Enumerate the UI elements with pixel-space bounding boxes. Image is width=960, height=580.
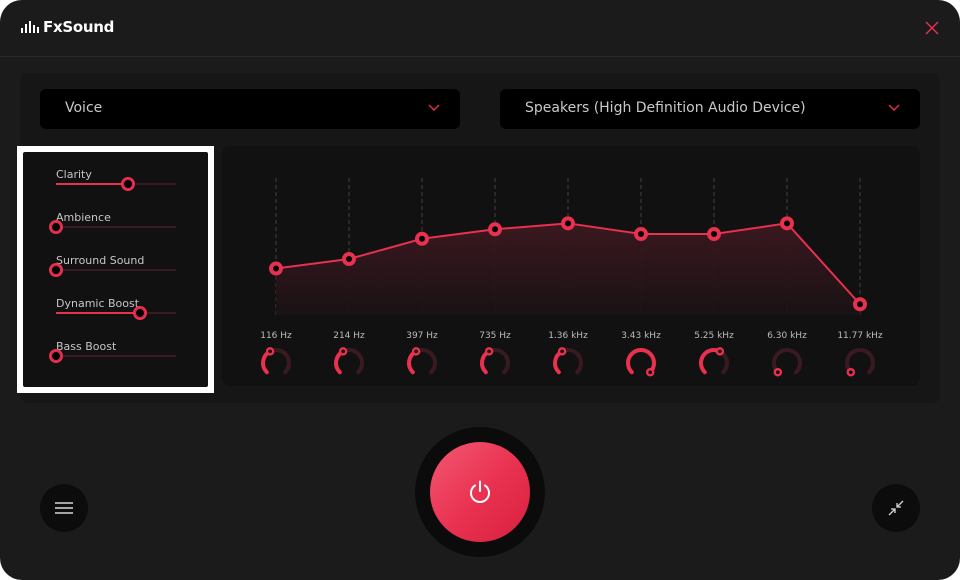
- eq-band-label: 5.25 kHz: [694, 331, 734, 341]
- eq-band-label: 397 Hz: [406, 331, 438, 341]
- eq-curve-area: [276, 223, 860, 315]
- eq-band-handle[interactable]: [707, 227, 721, 242]
- eq-band-knob[interactable]: [477, 345, 513, 381]
- power-button[interactable]: [430, 442, 530, 542]
- knob-handle[interactable]: [715, 347, 725, 356]
- eq-band-knob[interactable]: [842, 345, 878, 381]
- eq-band-handle[interactable]: [853, 297, 867, 312]
- knob-handle[interactable]: [265, 347, 275, 356]
- minimize-view-button[interactable]: [872, 484, 920, 532]
- eq-band-knob[interactable]: [258, 345, 294, 381]
- eq-band-label: 11.77 kHz: [837, 331, 883, 341]
- eq-band-label: 6.30 kHz: [767, 331, 807, 341]
- eq-band-knob[interactable]: [623, 345, 659, 381]
- eq-band-handle[interactable]: [780, 216, 794, 231]
- eq-band-knob[interactable]: [550, 345, 586, 381]
- knob-handle[interactable]: [773, 367, 783, 377]
- eq-band-knob[interactable]: [696, 345, 732, 381]
- app-window: FxSound Voice Speakers (High Definition …: [0, 0, 960, 580]
- eq-band-label: 214 Hz: [333, 331, 365, 341]
- knob-handle[interactable]: [484, 347, 494, 356]
- menu-button[interactable]: [40, 484, 88, 532]
- eq-band-handle[interactable]: [415, 231, 429, 246]
- eq-band-handle[interactable]: [342, 252, 356, 267]
- eq-band-handle[interactable]: [561, 216, 575, 231]
- eq-band-handle[interactable]: [269, 261, 283, 276]
- eq-band-knob[interactable]: [331, 345, 367, 381]
- knob-handle[interactable]: [338, 347, 348, 356]
- eq-band-handle[interactable]: [488, 222, 502, 237]
- eq-band-label: 116 Hz: [260, 331, 292, 341]
- eq-band-handle[interactable]: [634, 227, 648, 242]
- knob-handle[interactable]: [846, 367, 856, 377]
- power-icon: [470, 480, 490, 503]
- knob-handle[interactable]: [645, 367, 655, 377]
- eq-band-knob[interactable]: [769, 345, 805, 381]
- eq-band-label: 735 Hz: [479, 331, 511, 341]
- knob-handle[interactable]: [557, 347, 567, 356]
- eq-band-label: 3.43 kHz: [621, 331, 661, 341]
- knob-handle[interactable]: [411, 347, 421, 356]
- collapse-arrows-icon: [888, 500, 904, 516]
- eq-band-knob[interactable]: [404, 345, 440, 381]
- hamburger-menu-icon: [55, 502, 73, 514]
- eq-band-label: 1.36 kHz: [548, 331, 588, 341]
